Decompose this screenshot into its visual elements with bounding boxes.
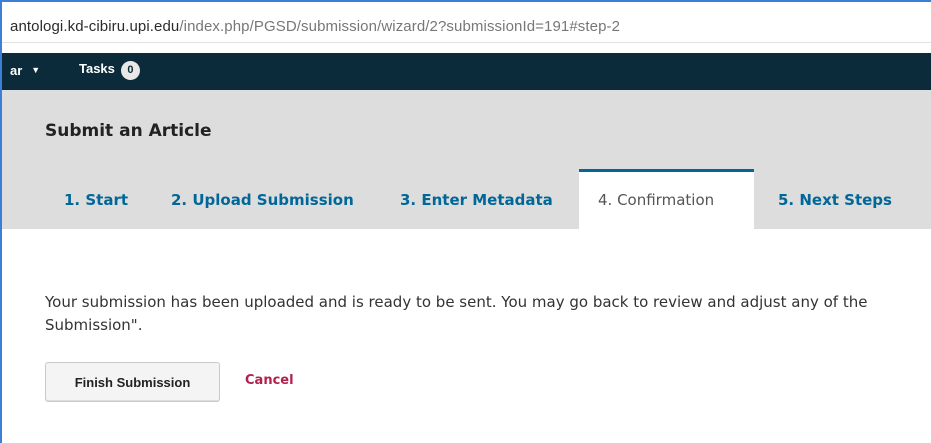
top-navigation: ar ▼ Tasks 0 xyxy=(2,53,931,90)
tab-upload-submission[interactable]: 2. Upload Submission xyxy=(171,191,354,209)
user-menu-label: ar xyxy=(10,63,23,78)
tab-confirmation[interactable]: 4. Confirmation xyxy=(598,191,714,209)
confirmation-message-line-2: Submission". xyxy=(45,316,143,334)
url-text[interactable]: antologi.kd-cibiru.upi.edu/index.php/PGS… xyxy=(10,18,620,36)
tab-next-steps[interactable]: 5. Next Steps xyxy=(778,191,892,209)
tasks-count-badge: 0 xyxy=(120,61,140,80)
tab-start[interactable]: 1. Start xyxy=(64,191,128,209)
url-path: /index.php/PGSD/submission/wizard/2?subm… xyxy=(179,18,621,35)
cancel-link[interactable]: Cancel xyxy=(245,373,294,388)
tasks-link[interactable]: Tasks 0 xyxy=(79,61,140,80)
caret-down-icon: ▼ xyxy=(31,65,41,75)
url-domain: antologi.kd-cibiru.upi.edu xyxy=(10,18,180,35)
finish-submission-button[interactable]: Finish Submission xyxy=(45,362,220,402)
page-title: Submit an Article xyxy=(45,121,212,141)
confirmation-message: Your submission has been uploaded and is… xyxy=(45,291,931,337)
tasks-label: Tasks xyxy=(79,61,115,76)
tab-enter-metadata[interactable]: 3. Enter Metadata xyxy=(400,191,553,209)
confirmation-message-line-1: Your submission has been uploaded and is… xyxy=(45,293,868,311)
user-menu[interactable]: ar ▼ xyxy=(10,63,40,78)
address-bar[interactable]: antologi.kd-cibiru.upi.edu/index.php/PGS… xyxy=(2,2,931,43)
